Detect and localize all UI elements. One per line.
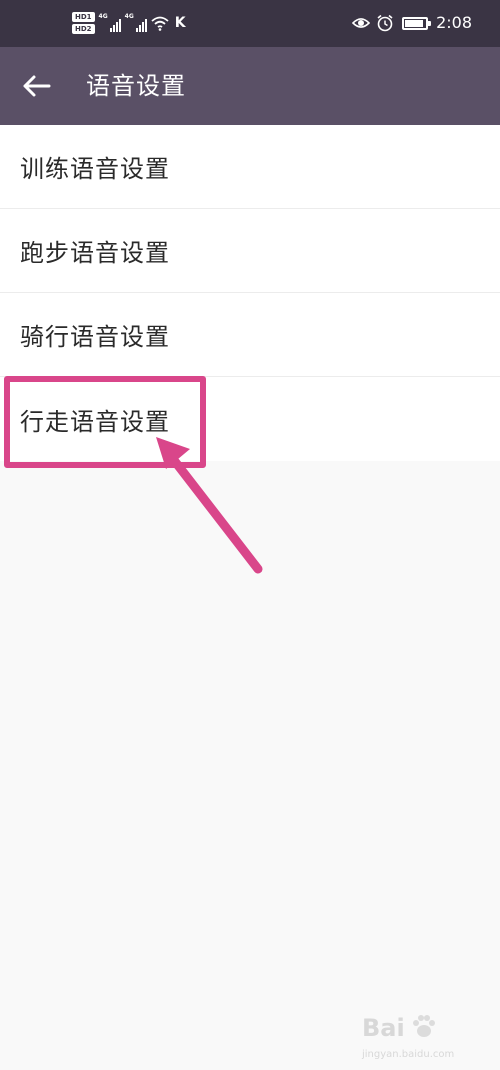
eye-icon	[352, 18, 371, 28]
watermark-sub: jingyan.baidu.com	[362, 1049, 455, 1060]
status-right: 2:08	[352, 14, 472, 32]
back-button[interactable]	[16, 69, 56, 103]
status-time: 2:08	[436, 13, 472, 32]
settings-list: 训练语音设置 跑步语音设置 骑行语音设置 行走语音设置	[0, 125, 500, 461]
app-bar: 语音设置	[0, 47, 500, 125]
walking-voice-settings-item[interactable]: 行走语音设置	[0, 377, 500, 461]
back-arrow-icon	[23, 75, 51, 97]
battery-icon	[402, 16, 432, 30]
status-left: HD1 HD2 4G 4G K	[72, 12, 186, 34]
network-label-1: 4G	[98, 13, 108, 20]
hd-badges: HD1 HD2	[72, 12, 95, 34]
status-bar: HD1 HD2 4G 4G K 2:08	[0, 0, 500, 47]
carrier-letter: K	[174, 15, 186, 31]
running-voice-settings-item[interactable]: 跑步语音设置	[0, 209, 500, 293]
watermark: Bai jingyan.baidu.com	[362, 1012, 492, 1062]
alarm-icon	[377, 14, 393, 32]
signal-icon: 4G	[99, 14, 121, 32]
watermark-logo: Bai	[362, 1014, 405, 1042]
page-title: 语音设置	[86, 72, 186, 100]
signal-icon: 4G	[125, 14, 147, 32]
hd-badge-2: HD2	[72, 24, 95, 34]
wifi-icon	[151, 16, 169, 31]
cycling-voice-settings-item[interactable]: 骑行语音设置	[0, 293, 500, 377]
hd-badge-1: HD1	[72, 12, 95, 22]
paw-icon	[413, 1015, 435, 1037]
network-label-2: 4G	[124, 13, 134, 20]
training-voice-settings-item[interactable]: 训练语音设置	[0, 125, 500, 209]
